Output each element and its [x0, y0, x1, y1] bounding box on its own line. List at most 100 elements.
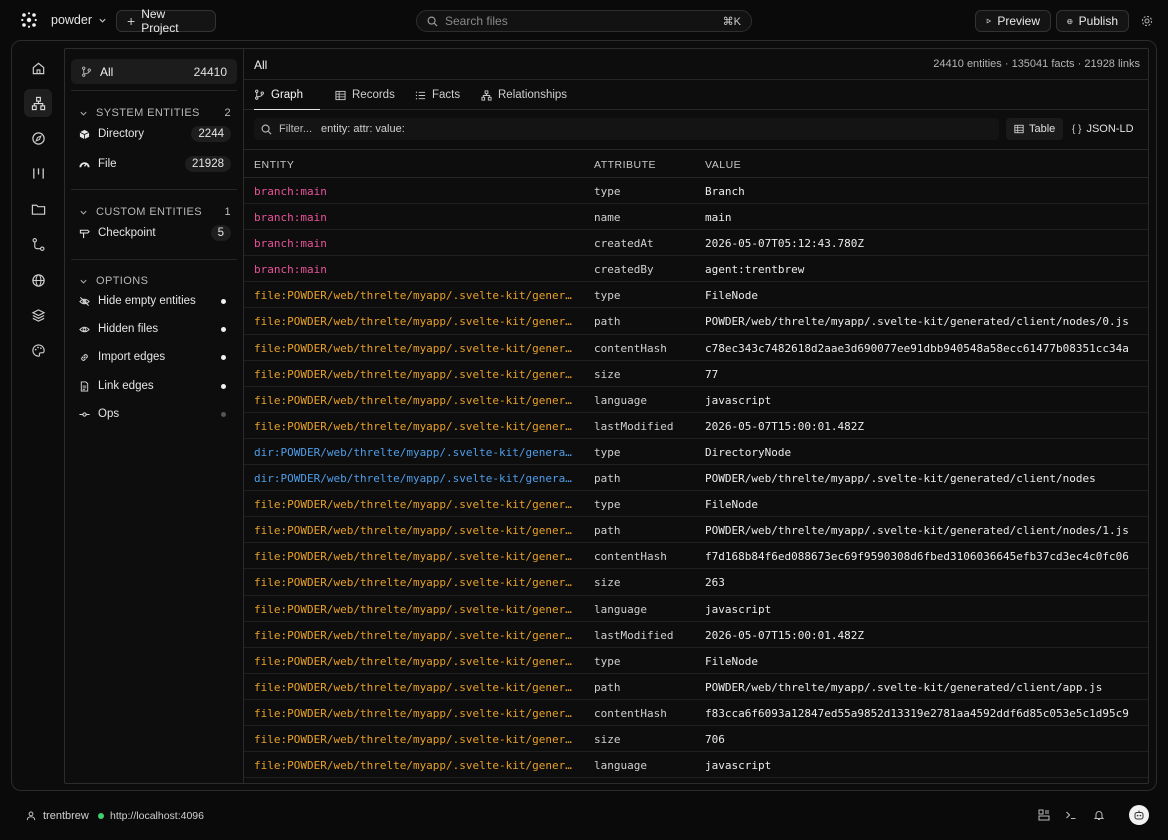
table-row[interactable]: file:POWDER/web/threlte/myapp/.svelte-ki… [244, 413, 1148, 439]
table-row[interactable]: file:POWDER/web/threlte/myapp/.svelte-ki… [244, 569, 1148, 596]
table-row[interactable]: file:POWDER/web/threlte/myapp/.svelte-ki… [244, 282, 1148, 309]
section-custom-entities[interactable]: CUSTOM ENTITIES 1 [79, 206, 231, 218]
project-switcher[interactable]: powder [51, 13, 107, 27]
table-row[interactable]: file:POWDER/web/threlte/myapp/.svelte-ki… [244, 543, 1148, 570]
cell-entity[interactable]: file:POWDER/web/threlte/myapp/.svelte-ki… [254, 342, 576, 355]
cell-entity[interactable]: file:POWDER/web/threlte/myapp/.svelte-ki… [254, 524, 576, 537]
nav-compass-icon[interactable] [24, 124, 52, 152]
cell-value: FileNode [705, 498, 758, 512]
cell-entity[interactable]: branch:main [254, 185, 576, 198]
status-server[interactable]: http://localhost:4096 [98, 810, 204, 822]
cell-entity[interactable]: file:POWDER/web/threlte/myapp/.svelte-ki… [254, 498, 576, 511]
filter-input[interactable]: Filter... entity: attr: value: [254, 118, 999, 140]
cell-entity[interactable]: file:POWDER/web/threlte/myapp/.svelte-ki… [254, 289, 576, 302]
sidebar-item-checkpoint[interactable]: Checkpoint 5 [79, 223, 231, 243]
table-row[interactable]: file:POWDER/web/threlte/myapp/.svelte-ki… [244, 726, 1148, 753]
table-row[interactable]: file:POWDER/web/threlte/myapp/.svelte-ki… [244, 308, 1148, 335]
nav-git-icon[interactable] [24, 230, 52, 258]
nav-columns-icon[interactable] [24, 159, 52, 187]
cell-entity[interactable]: file:POWDER/web/threlte/myapp/.svelte-ki… [254, 368, 576, 381]
preview-button[interactable]: Preview [975, 10, 1051, 32]
nav-folder-icon[interactable] [24, 195, 52, 223]
table-row[interactable]: file:POWDER/web/threlte/myapp/.svelte-ki… [244, 674, 1148, 700]
tab-records[interactable]: Records [335, 80, 395, 110]
cell-entity[interactable]: branch:main [254, 263, 576, 276]
avatar[interactable] [1129, 805, 1149, 825]
table-row[interactable]: branch:main type Branch [244, 178, 1148, 205]
table-row[interactable]: branch:main name main [244, 204, 1148, 231]
cell-value: 2026-05-07T15:00:01.482Z [705, 419, 864, 433]
cell-entity[interactable]: file:POWDER/web/threlte/myapp/.svelte-ki… [254, 629, 576, 642]
column-value[interactable]: VALUE [705, 159, 741, 171]
layout-icon[interactable] [1038, 809, 1050, 821]
nav-globe-icon[interactable] [24, 266, 52, 294]
new-project-button[interactable]: + New Project [116, 7, 216, 35]
cell-entity[interactable]: branch:main [254, 211, 576, 224]
section-system-entities[interactable]: SYSTEM ENTITIES 2 [79, 107, 231, 119]
cell-attribute: createdAt [594, 237, 654, 251]
table-row[interactable]: file:POWDER/web/threlte/myapp/.svelte-ki… [244, 361, 1148, 387]
search-input[interactable]: Search files ⌘K [416, 10, 752, 32]
tab-facts[interactable]: Facts [415, 80, 460, 110]
publish-button[interactable]: Publish [1056, 10, 1129, 32]
cell-attribute: lastModified [594, 419, 674, 433]
tab-relationships[interactable]: Relationships [481, 80, 567, 110]
cell-entity[interactable]: file:POWDER/web/threlte/myapp/.svelte-ki… [254, 550, 576, 563]
view-json-ld-button[interactable]: { } JSON-LD [1064, 118, 1142, 140]
cell-entity[interactable]: file:POWDER/web/threlte/myapp/.svelte-ki… [254, 394, 576, 407]
terminal-icon[interactable] [1065, 809, 1077, 821]
option-import-edges[interactable]: Import edges [79, 347, 231, 367]
table-row[interactable]: dir:POWDER/web/threlte/myapp/.svelte-kit… [244, 465, 1148, 492]
cell-entity[interactable]: dir:POWDER/web/threlte/myapp/.svelte-kit… [254, 472, 576, 485]
column-entity[interactable]: ENTITY [254, 159, 294, 171]
view-json-label: JSON-LD [1086, 123, 1134, 135]
option-ops[interactable]: Ops [79, 404, 231, 424]
cell-entity[interactable]: file:POWDER/web/threlte/myapp/.svelte-ki… [254, 681, 576, 694]
table-row[interactable]: branch:main createdBy agent:trentbrew [244, 256, 1148, 283]
table-row[interactable]: branch:main createdAt 2026-05-07T05:12:43.… [244, 230, 1148, 257]
sidebar-item-directory[interactable]: Directory 2244 [79, 124, 231, 144]
section-options[interactable]: OPTIONS [79, 275, 231, 287]
table-row[interactable]: file:POWDER/web/threlte/myapp/.svelte-ki… [244, 387, 1148, 413]
sidebar-item-file[interactable]: File 21928 [79, 154, 231, 174]
table-row[interactable]: file:POWDER/web/threlte/myapp/.svelte-ki… [244, 752, 1148, 779]
option-link-edges[interactable]: Link edges [79, 376, 231, 396]
robot-icon [1134, 810, 1144, 820]
option-enabled-dot [221, 354, 226, 360]
table-row[interactable]: file:POWDER/web/threlte/myapp/.svelte-ki… [244, 335, 1148, 361]
cell-entity[interactable]: branch:main [254, 237, 576, 250]
table-row[interactable]: file:POWDER/web/threlte/myapp/.svelte-ki… [244, 517, 1148, 544]
settings-gear-icon[interactable] [1141, 15, 1153, 27]
bell-icon[interactable] [1093, 809, 1105, 821]
status-user[interactable]: trentbrew [26, 810, 89, 822]
nav-graph-icon[interactable] [24, 89, 52, 117]
table-row[interactable]: file:POWDER/web/threlte/myapp/.svelte-ki… [244, 700, 1148, 726]
cell-entity[interactable]: file:POWDER/web/threlte/myapp/.svelte-ki… [254, 420, 576, 433]
table-row[interactable]: file:POWDER/web/threlte/myapp/.svelte-ki… [244, 648, 1148, 674]
cell-entity[interactable]: file:POWDER/web/threlte/myapp/.svelte-ki… [254, 733, 576, 746]
nav-home-icon[interactable] [24, 54, 52, 82]
app-logo-icon[interactable] [20, 11, 38, 29]
sidebar-item-all[interactable]: All 24410 [71, 59, 237, 84]
cell-entity[interactable]: file:POWDER/web/threlte/myapp/.svelte-ki… [254, 315, 576, 328]
option-hide-empty-entities[interactable]: Hide empty entities [79, 291, 231, 311]
tab-graph[interactable]: Graph [254, 80, 320, 110]
nav-layers-icon[interactable] [24, 301, 52, 329]
column-attribute[interactable]: ATTRIBUTE [594, 159, 656, 171]
cell-entity[interactable]: file:POWDER/web/threlte/myapp/.svelte-ki… [254, 655, 576, 668]
table-icon [1014, 124, 1024, 134]
cell-entity[interactable]: file:POWDER/web/threlte/myapp/.svelte-ki… [254, 707, 576, 720]
cell-entity[interactable]: dir:POWDER/web/threlte/myapp/.svelte-kit… [254, 446, 576, 459]
cell-entity[interactable]: file:POWDER/web/threlte/myapp/.svelte-ki… [254, 603, 576, 616]
table-row[interactable]: file:POWDER/web/threlte/myapp/.svelte-ki… [244, 596, 1148, 622]
table-row[interactable]: file:POWDER/web/threlte/myapp/.svelte-ki… [244, 491, 1148, 518]
section-count: 1 [224, 206, 231, 218]
view-table-button[interactable]: Table [1006, 118, 1064, 140]
table-row[interactable]: dir:POWDER/web/threlte/myapp/.svelte-kit… [244, 439, 1148, 466]
table-row[interactable]: file:POWDER/web/threlte/myapp/.svelte-ki… [244, 622, 1148, 648]
option-hidden-files[interactable]: Hidden files [79, 319, 231, 339]
cell-entity[interactable]: file:POWDER/web/threlte/myapp/.svelte-ki… [254, 576, 576, 589]
nav-palette-icon[interactable] [24, 336, 52, 364]
search-shortcut: ⌘K [722, 15, 741, 28]
cell-entity[interactable]: file:POWDER/web/threlte/myapp/.svelte-ki… [254, 759, 576, 772]
